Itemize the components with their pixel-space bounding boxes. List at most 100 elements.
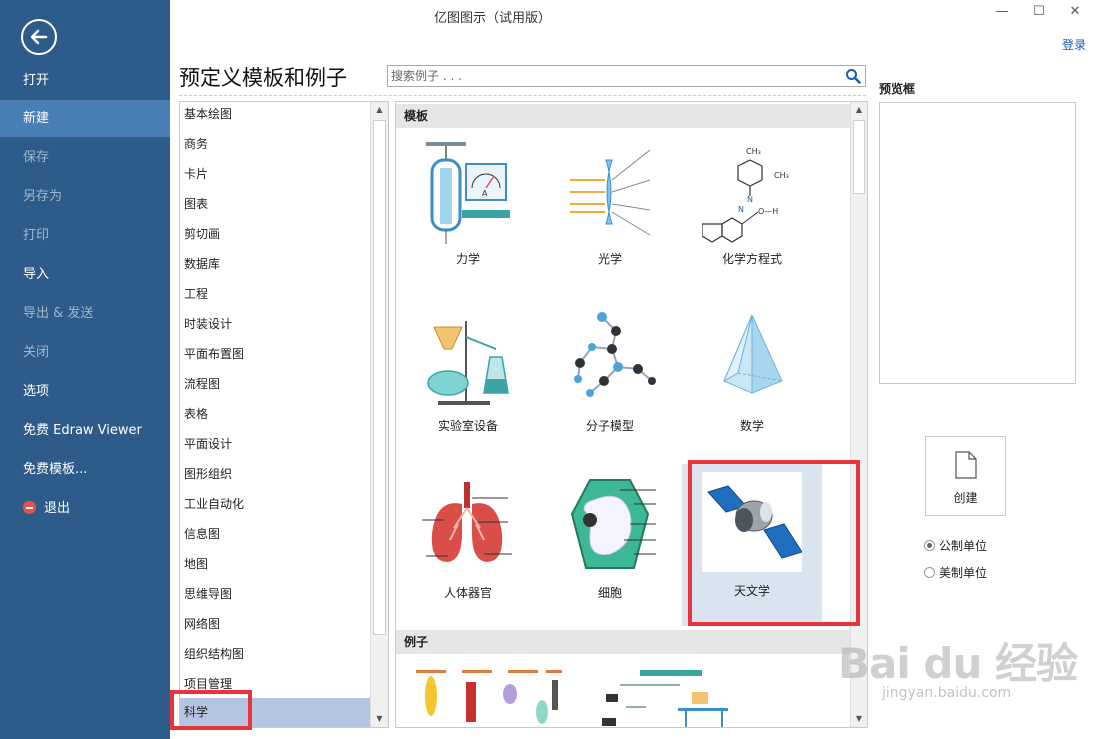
menu-export-send[interactable]: 导出 & 发送 [0, 295, 170, 332]
category-item[interactable]: 基本绘图 [180, 102, 370, 132]
category-item[interactable]: 流程图 [180, 372, 370, 402]
category-item[interactable]: 表格 [180, 402, 370, 432]
maximize-button[interactable]: ☐ [1029, 3, 1049, 21]
category-item[interactable]: 剪切画 [180, 222, 370, 252]
svg-text:N: N [738, 205, 744, 214]
template-chemical-equation[interactable]: CH₃ CH₃ N N O—H 化学方程式 [682, 132, 822, 294]
category-item[interactable]: 图表 [180, 192, 370, 222]
lungs-icon [422, 482, 512, 562]
category-item[interactable]: 思维导图 [180, 582, 370, 612]
radio-checked-icon [924, 540, 935, 551]
radio-us[interactable]: 美制单位 [924, 564, 987, 581]
lab-equipment-icon [427, 321, 509, 405]
template-label: 分子模型 [585, 419, 634, 433]
template-label: 光学 [597, 252, 622, 266]
search-icon[interactable] [845, 68, 861, 87]
optics-icon [570, 149, 651, 236]
menu-new[interactable]: 新建 [0, 100, 170, 137]
template-label: 力学 [455, 252, 480, 266]
create-button-label: 创建 [953, 491, 978, 505]
menu-free-viewer[interactable]: 免费 Edraw Viewer [0, 412, 170, 449]
menu-print[interactable]: 打印 [0, 217, 170, 254]
scroll-up-icon[interactable]: ▲ [851, 102, 867, 118]
menu-free-templates[interactable]: 免费模板... [0, 451, 170, 488]
radio-metric[interactable]: 公制单位 [924, 537, 987, 554]
watermark-url: jingyan.baidu.com [882, 685, 1012, 701]
category-item[interactable]: 网络图 [180, 612, 370, 642]
menu-options[interactable]: 选项 [0, 373, 170, 410]
template-label: 细胞 [597, 586, 622, 600]
highlight-frame-astronomy [688, 460, 860, 626]
page-title: 预定义模板和例子 [179, 66, 347, 90]
login-link[interactable]: 登录 [1062, 36, 1086, 53]
highlight-frame-science [170, 690, 252, 730]
section-templates: 模板 [396, 104, 851, 128]
menu-save-as[interactable]: 另存为 [0, 178, 170, 215]
radio-unchecked-icon [924, 567, 935, 578]
category-scrollbar[interactable]: ▲ ▼ [370, 102, 388, 727]
category-item[interactable]: 图形组织 [180, 462, 370, 492]
menu-open[interactable]: 打开 [0, 62, 170, 99]
category-item[interactable]: 工程 [180, 282, 370, 312]
baidu-watermark: Bai du 经验 jingyan.baidu.com [838, 630, 1088, 730]
scroll-up-icon[interactable]: ▲ [371, 102, 388, 118]
category-item[interactable]: 卡片 [180, 162, 370, 192]
category-item[interactable]: 平面布置图 [180, 342, 370, 372]
exit-icon [23, 501, 36, 514]
search-input[interactable] [388, 66, 828, 86]
template-label: 人体器官 [443, 586, 492, 600]
category-item[interactable]: 信息图 [180, 522, 370, 552]
chemical-structure-icon: CH₃ CH₃ N N O—H [702, 147, 789, 243]
svg-text:O—H: O—H [758, 207, 778, 216]
scroll-thumb[interactable] [373, 120, 386, 635]
scroll-thumb[interactable] [853, 120, 865, 194]
category-item[interactable]: 平面设计 [180, 432, 370, 462]
category-item[interactable]: 地图 [180, 552, 370, 582]
section-examples: 例子 [396, 630, 851, 654]
category-item[interactable]: 组织结构图 [180, 642, 370, 672]
menu-import[interactable]: 导入 [0, 256, 170, 293]
back-arrow-icon[interactable] [21, 19, 57, 55]
template-human-organs[interactable]: 人体器官 [398, 466, 538, 628]
preview-box [879, 102, 1076, 384]
example-lab-thumbnail[interactable] [596, 668, 748, 728]
category-item[interactable]: 数据库 [180, 252, 370, 282]
scroll-down-icon[interactable]: ▼ [371, 711, 388, 727]
category-item[interactable]: 工业自动化 [180, 492, 370, 522]
category-item[interactable]: 时装设计 [180, 312, 370, 342]
backstage-sidebar: 打开 新建 保存 另存为 打印 导入 导出 & 发送 关闭 选项 免费 Edra… [0, 0, 170, 739]
minimize-button[interactable]: — [992, 3, 1012, 21]
pyramid-icon [722, 314, 783, 394]
template-label: 实验室设备 [437, 419, 498, 433]
template-label: 化学方程式 [721, 252, 782, 266]
watermark-logo: Bai du 经验 [838, 639, 1078, 688]
template-label: 数学 [739, 419, 764, 433]
template-cell[interactable]: 细胞 [540, 466, 680, 628]
document-icon [955, 451, 977, 479]
template-mechanics[interactable]: A 力学 [398, 132, 538, 294]
category-item[interactable]: 商务 [180, 132, 370, 162]
preview-title: 预览框 [879, 82, 916, 96]
template-math[interactable]: 数学 [682, 299, 822, 461]
svg-text:A: A [482, 189, 488, 198]
template-optics[interactable]: 光学 [540, 132, 680, 294]
template-panel: 模板 A 力学 光学 CH₃ CH₃ N N O—H 化学方程式 实验室设备 分… [395, 101, 868, 728]
molecule-icon [574, 312, 656, 397]
mechanics-icon: A [426, 142, 510, 244]
divider [179, 95, 866, 96]
menu-close[interactable]: 关闭 [0, 334, 170, 371]
svg-text:N: N [747, 195, 753, 204]
radio-us-label: 美制单位 [939, 566, 988, 580]
template-lab-equipment[interactable]: 实验室设备 [398, 299, 538, 461]
create-button[interactable]: 创建 [925, 436, 1006, 516]
radio-metric-label: 公制单位 [939, 539, 988, 553]
close-button[interactable]: ✕ [1065, 3, 1085, 21]
template-molecular-model[interactable]: 分子模型 [540, 299, 680, 461]
menu-save[interactable]: 保存 [0, 139, 170, 176]
menu-exit-label: 退出 [44, 501, 71, 516]
example-mechanics-thumbnail[interactable] [414, 668, 564, 728]
svg-text:CH₃: CH₃ [746, 147, 761, 156]
menu-exit[interactable]: 退出 [0, 490, 170, 527]
svg-text:CH₃: CH₃ [774, 171, 789, 180]
cell-icon [570, 479, 656, 569]
